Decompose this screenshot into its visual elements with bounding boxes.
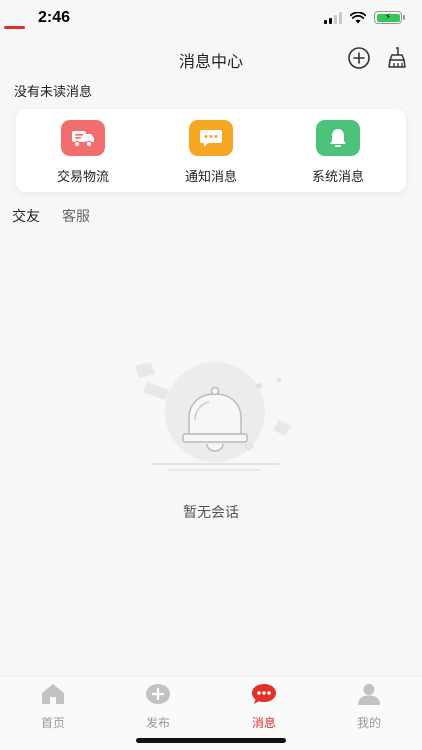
- status-time: 2:46: [38, 9, 71, 26]
- category-label: 交易物流: [56, 170, 109, 185]
- category-trade-logistics[interactable]: 交易物流: [28, 120, 138, 185]
- empty-bell-illustration: [135, 362, 291, 471]
- profile-icon: [358, 684, 380, 705]
- signal-icon: [324, 11, 342, 24]
- tabbar-messages[interactable]: 消息: [234, 683, 294, 731]
- message-category-card: 交易物流 通知消息 系统消息: [16, 109, 406, 192]
- unread-status-text: 没有未读消息: [14, 85, 93, 100]
- tab-customer-service[interactable]: 客服: [62, 206, 90, 226]
- nav-bar: 消息中心: [0, 40, 422, 76]
- category-notification[interactable]: 通知消息: [156, 120, 266, 185]
- category-label: 系统消息: [311, 170, 364, 185]
- plus-circle-icon[interactable]: [347, 46, 371, 70]
- status-bar: 2:46 ⚡: [0, 0, 422, 40]
- message-icon: [252, 684, 276, 704]
- tabbar-label: 我的: [356, 716, 381, 730]
- truck-icon: [61, 120, 105, 156]
- tabbar-publish[interactable]: 发布: [128, 683, 188, 731]
- home-icon: [42, 684, 64, 704]
- tab-friends[interactable]: 交友: [12, 206, 40, 226]
- tabbar-label: 消息: [251, 716, 276, 730]
- tabbar-label: 首页: [40, 716, 65, 730]
- tabbar-profile[interactable]: 我的: [339, 683, 399, 731]
- wifi-icon: [350, 11, 366, 23]
- broom-icon[interactable]: [385, 46, 409, 70]
- chat-bubble-icon: [189, 120, 233, 156]
- conversation-tabs: 交友 客服: [12, 206, 90, 226]
- tabbar-home[interactable]: 首页: [23, 683, 83, 731]
- status-icons: ⚡: [324, 11, 405, 24]
- category-label: 通知消息: [184, 170, 237, 185]
- battery-icon: ⚡: [374, 11, 405, 24]
- empty-state-text: 暂无会话: [183, 505, 239, 521]
- active-tab-indicator: [4, 26, 25, 29]
- home-indicator: [136, 738, 286, 743]
- tabbar-label: 发布: [145, 716, 170, 730]
- publish-plus-icon: [146, 684, 170, 704]
- category-system[interactable]: 系统消息: [283, 120, 393, 185]
- bell-icon: [316, 120, 360, 156]
